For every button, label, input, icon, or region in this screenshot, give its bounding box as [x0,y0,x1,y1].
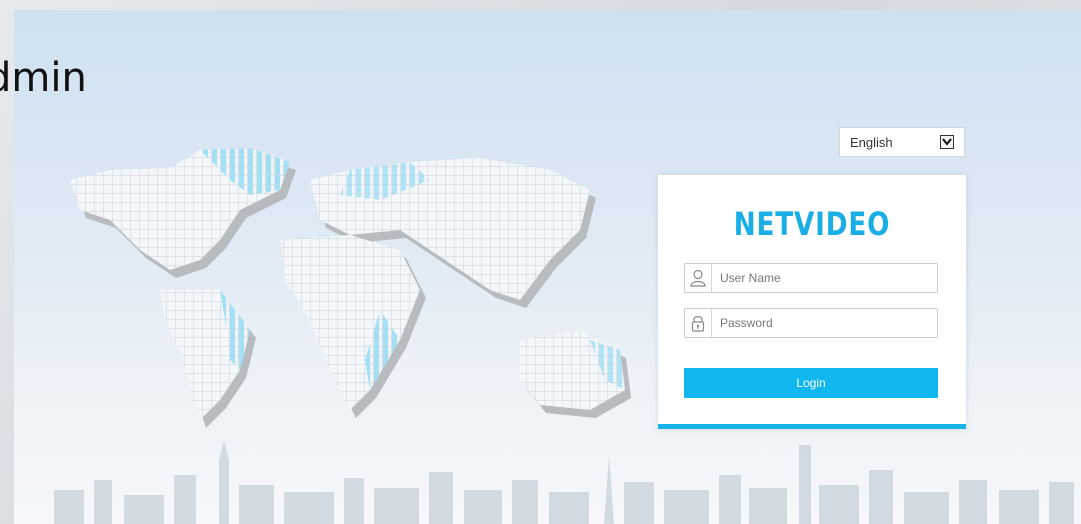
continent-africa [280,235,426,418]
overlay-title: dmin [0,55,87,101]
continent-australia [520,330,631,418]
username-field[interactable] [684,263,938,293]
password-field[interactable] [684,308,938,338]
chevron-down-icon[interactable] [940,135,954,149]
language-select-value: English [850,134,893,150]
username-input[interactable] [712,264,937,292]
user-icon [685,264,712,292]
continent-south-america [160,290,256,428]
continent-north-america [70,148,296,278]
login-page: English NETVIDEO User Name Login [14,10,1081,524]
language-select[interactable]: English [839,127,965,157]
login-button[interactable]: Login [684,368,938,398]
password-input[interactable] [712,309,937,337]
brand-logo-text: NETVIDEO [733,205,891,243]
world-map-illustration [70,148,631,428]
city-skyline-illustration [54,440,1074,524]
login-panel: NETVIDEO Login [658,175,966,429]
lock-icon [685,309,712,337]
